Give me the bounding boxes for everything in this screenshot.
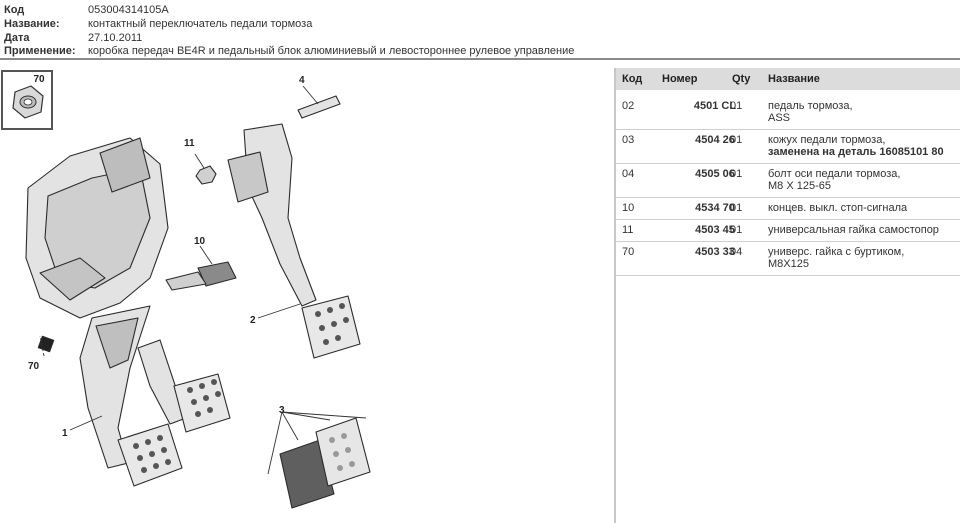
row-code: 11 xyxy=(622,224,634,236)
application-label: Применение: xyxy=(4,45,76,57)
callout-4: 4 xyxy=(299,75,305,86)
row-name-line2: ASS xyxy=(768,112,791,124)
parts-diagram[interactable]: 70 4 11 10 70 2 3 1 xyxy=(0,68,614,523)
row-name-line1: болт оси педали тормоза, xyxy=(768,168,901,180)
row-name: болт оси педали тормоза, M8 X 125-65 xyxy=(768,168,958,192)
header-row-code: Код 053004314105A xyxy=(0,3,960,17)
callout-2: 2 xyxy=(250,315,256,326)
row-name-line1: концев. выкл. стоп-сигнала xyxy=(768,202,908,214)
callout-11: 11 xyxy=(184,138,195,149)
parts-table: Код Номер Qty Название 02 4501 CL 01 пед… xyxy=(616,68,960,523)
row-code: 70 xyxy=(622,246,635,258)
header-row-application: Применение: коробка передач BE4R и педал… xyxy=(0,44,960,58)
callout-10: 10 xyxy=(194,236,206,247)
row-name-line1: универсальная гайка самостопор xyxy=(768,224,939,236)
row-code: 04 xyxy=(622,168,635,180)
col-qty: Qty xyxy=(732,73,751,85)
row-qty: 01 xyxy=(730,224,743,236)
row-name: универсальная гайка самостопор xyxy=(768,224,958,236)
callout-1: 1 xyxy=(62,428,68,439)
table-row[interactable]: 70 4503 33 04 универс. гайка с буртиком,… xyxy=(616,242,960,276)
table-header: Код Номер Qty Название xyxy=(616,68,960,90)
row-qty: 01 xyxy=(730,168,743,180)
row-name-line2: M8 X 125-65 xyxy=(768,180,831,192)
row-qty: 01 xyxy=(730,134,743,146)
date-value: 27.10.2011 xyxy=(88,32,143,44)
row-name: кожух педали тормоза, заменена на деталь… xyxy=(768,134,958,158)
row-code: 02 xyxy=(622,100,635,112)
table-row[interactable]: 04 4505 06 01 болт оси педали тормоза, M… xyxy=(616,164,960,198)
row-qty: 01 xyxy=(730,202,743,214)
header-separator xyxy=(0,58,960,60)
pedal-assembly-drawing: 4 11 10 70 2 3 1 xyxy=(25,75,371,509)
header-row-name: Название: контактный переключатель педал… xyxy=(0,17,960,31)
code-value: 053004314105A xyxy=(88,4,169,16)
row-name-line2: M8X125 xyxy=(768,258,809,270)
table-row[interactable]: 02 4501 CL 01 педаль тормоза, ASS xyxy=(616,96,960,130)
row-name: универс. гайка с буртиком, M8X125 xyxy=(768,246,958,270)
row-name: педаль тормоза, ASS xyxy=(768,100,958,124)
name-value: контактный переключатель педали тормоза xyxy=(88,18,313,30)
callout-3: 3 xyxy=(279,405,285,416)
col-name: Название xyxy=(768,73,820,85)
date-label: Дата xyxy=(4,32,30,44)
row-name-replacement[interactable]: заменена на деталь 16085101 80 xyxy=(768,146,958,158)
table-row[interactable]: 11 4503 45 01 универсальная гайка самост… xyxy=(616,220,960,242)
col-code: Код xyxy=(622,73,643,85)
row-code: 10 xyxy=(622,202,635,214)
row-qty: 04 xyxy=(730,246,743,258)
row-name-line1: кожух педали тормоза, xyxy=(768,134,886,146)
table-row[interactable]: 10 4534 70 01 концев. выкл. стоп-сигнала xyxy=(616,198,960,220)
code-label: Код xyxy=(4,4,25,16)
header-row-date: Дата 27.10.2011 xyxy=(0,31,960,45)
application-value: коробка передач BE4R и педальный блок ал… xyxy=(88,45,575,57)
col-number: Номер xyxy=(662,73,698,85)
document-header: Код 053004314105A Название: контактный п… xyxy=(0,0,960,62)
row-code: 03 xyxy=(622,134,635,146)
row-name: концев. выкл. стоп-сигнала xyxy=(768,202,958,214)
callout-70: 70 xyxy=(28,361,40,372)
row-name-line1: педаль тормоза, xyxy=(768,100,853,112)
name-label: Название: xyxy=(4,18,60,30)
row-name-line1: универс. гайка с буртиком, xyxy=(768,246,905,258)
table-row[interactable]: 03 4504 26 01 кожух педали тормоза, заме… xyxy=(616,130,960,164)
row-qty: 01 xyxy=(730,100,743,112)
